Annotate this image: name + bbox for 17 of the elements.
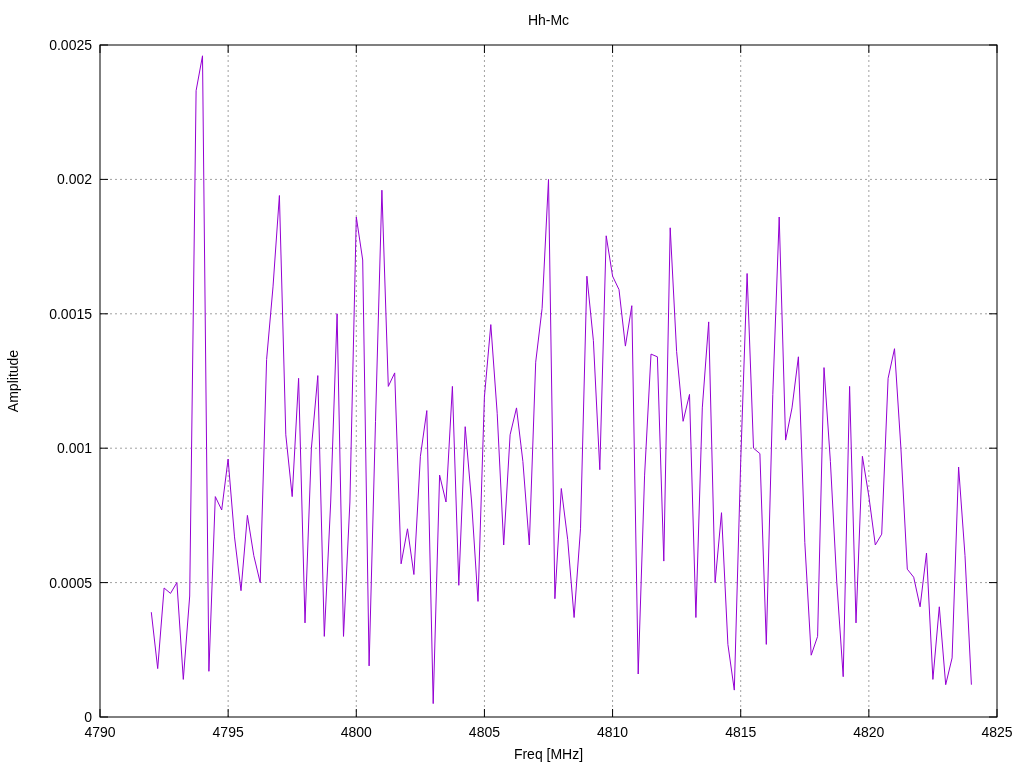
x-tick-label: 4805 xyxy=(468,724,500,740)
x-tick-label: 4825 xyxy=(981,724,1013,740)
x-tick-label: 4790 xyxy=(84,724,116,740)
x-tick-label: 4800 xyxy=(340,724,372,740)
y-tick-label: 0.001 xyxy=(56,440,92,457)
chart-title: Hh-Mc xyxy=(527,12,570,28)
y-tick-label: 0.002 xyxy=(56,171,92,188)
y-tick-label: 0.0005 xyxy=(49,574,92,591)
y-axis-label: Amplitude xyxy=(5,349,21,413)
x-tick-label: 4815 xyxy=(725,724,757,740)
x-tick-label: 4820 xyxy=(853,724,885,740)
x-tick-label: 4810 xyxy=(597,724,629,740)
y-tick-label: 0.0025 xyxy=(49,37,92,53)
y-tick-label: 0.0015 xyxy=(49,305,92,322)
x-axis-label: Freq [MHz] xyxy=(513,746,584,762)
x-tick-label: 4795 xyxy=(212,724,244,740)
y-tick-label: 0 xyxy=(84,709,92,725)
